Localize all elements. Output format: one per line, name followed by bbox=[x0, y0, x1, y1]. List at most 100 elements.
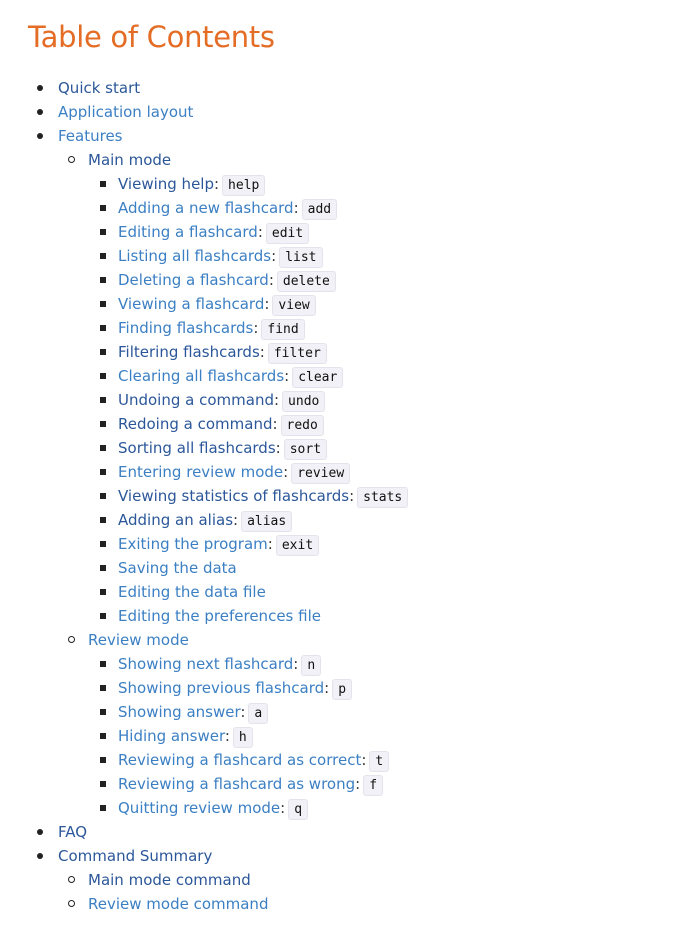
toc-subitem-adding-a-new-flashcard: Adding a new flashcard: add bbox=[28, 196, 699, 220]
square-bullet-icon bbox=[100, 757, 106, 763]
command-code: a bbox=[248, 703, 269, 724]
link-entering-review-mode[interactable]: Entering review mode bbox=[118, 463, 283, 481]
square-bullet-icon bbox=[100, 373, 106, 379]
link-main-mode[interactable]: Main mode bbox=[88, 151, 171, 169]
toc-subitem-adding-an-alias: Adding an alias: alias bbox=[28, 508, 699, 532]
command-code: add bbox=[301, 199, 338, 220]
square-bullet-icon bbox=[100, 253, 106, 259]
square-bullet-icon bbox=[100, 301, 106, 307]
toc-subitem-reviewing-a-flashcard-as-correct: Reviewing a flashcard as correct: t bbox=[28, 748, 699, 772]
colon-separator: : bbox=[259, 343, 265, 361]
link-redoing-a-command[interactable]: Redoing a command bbox=[118, 415, 272, 433]
toc-subitem-viewing-statistics-of-flashcards: Viewing statistics of flashcards: stats bbox=[28, 484, 699, 508]
link-showing-next-flashcard[interactable]: Showing next flashcard bbox=[118, 655, 293, 673]
disc-bullet-icon bbox=[37, 133, 43, 139]
square-bullet-icon bbox=[100, 709, 106, 715]
link-review-mode[interactable]: Review mode bbox=[88, 631, 189, 649]
link-reviewing-a-flashcard-as-wrong[interactable]: Reviewing a flashcard as wrong bbox=[118, 775, 355, 793]
square-bullet-icon bbox=[100, 205, 106, 211]
link-viewing-help[interactable]: Viewing help bbox=[118, 175, 214, 193]
toc-subitem-undoing-a-command: Undoing a command: undo bbox=[28, 388, 699, 412]
link-main-mode-command[interactable]: Main mode command bbox=[88, 871, 251, 889]
link-reviewing-a-flashcard-as-correct[interactable]: Reviewing a flashcard as correct bbox=[118, 751, 361, 769]
toc-subitem-filtering-flashcards: Filtering flashcards: filter bbox=[28, 340, 699, 364]
command-code: t bbox=[369, 751, 390, 772]
link-editing-a-flashcard[interactable]: Editing a flashcard bbox=[118, 223, 258, 241]
link-exiting-the-program[interactable]: Exiting the program bbox=[118, 535, 268, 553]
toc-subitem-editing-the-data-file: Editing the data file bbox=[28, 580, 699, 604]
colon-separator: : bbox=[280, 799, 286, 817]
disc-bullet-icon bbox=[37, 109, 43, 115]
square-bullet-icon bbox=[100, 685, 106, 691]
square-bullet-icon bbox=[100, 493, 106, 499]
link-features[interactable]: Features bbox=[58, 127, 123, 145]
command-code: sort bbox=[283, 439, 328, 460]
command-code: f bbox=[363, 775, 384, 796]
toc-item-faq: FAQ bbox=[28, 820, 699, 844]
toc-subitem-saving-the-data: Saving the data bbox=[28, 556, 699, 580]
square-bullet-icon bbox=[100, 349, 106, 355]
link-showing-previous-flashcard[interactable]: Showing previous flashcard bbox=[118, 679, 324, 697]
toc-item-review-mode-command: Review mode command bbox=[28, 892, 699, 916]
square-bullet-icon bbox=[100, 661, 106, 667]
command-code: clear bbox=[292, 367, 344, 388]
link-editing-the-preferences-file[interactable]: Editing the preferences file bbox=[118, 607, 321, 625]
toc-subitem-sorting-all-flashcards: Sorting all flashcards: sort bbox=[28, 436, 699, 460]
link-command-summary[interactable]: Command Summary bbox=[58, 847, 212, 865]
link-hiding-answer[interactable]: Hiding answer bbox=[118, 727, 225, 745]
link-application-layout[interactable]: Application layout bbox=[58, 103, 193, 121]
command-code: q bbox=[288, 799, 309, 820]
link-review-mode-command[interactable]: Review mode command bbox=[88, 895, 268, 913]
square-bullet-icon bbox=[100, 445, 106, 451]
link-finding-flashcards[interactable]: Finding flashcards bbox=[118, 319, 253, 337]
link-viewing-statistics-of-flashcards[interactable]: Viewing statistics of flashcards bbox=[118, 487, 349, 505]
disc-bullet-icon bbox=[37, 853, 43, 859]
disc-bullet-icon bbox=[37, 829, 43, 835]
toc-item-main-mode: Main mode Viewing help: help Adding a new … bbox=[28, 148, 699, 628]
link-quick-start[interactable]: Quick start bbox=[58, 79, 140, 97]
toc-subitem-editing-a-flashcard: Editing a flashcard: edit bbox=[28, 220, 699, 244]
toc-item-application-layout: Application layout bbox=[28, 100, 699, 124]
command-code: delete bbox=[276, 271, 336, 292]
colon-separator: : bbox=[272, 415, 278, 433]
square-bullet-icon bbox=[100, 589, 106, 595]
highlight-mark: Main mode bbox=[88, 148, 171, 172]
square-bullet-icon bbox=[100, 517, 106, 523]
link-adding-an-alias[interactable]: Adding an alias bbox=[118, 511, 233, 529]
link-quitting-review-mode[interactable]: Quitting review mode bbox=[118, 799, 280, 817]
command-code: filter bbox=[267, 343, 327, 364]
colon-separator: : bbox=[361, 751, 367, 769]
command-code: n bbox=[301, 655, 322, 676]
square-bullet-icon bbox=[100, 805, 106, 811]
toc-subitem-hiding-answer: Hiding answer: h bbox=[28, 724, 699, 748]
toc-subitem-showing-answer: Showing answer: a bbox=[28, 700, 699, 724]
link-editing-the-data-file[interactable]: Editing the data file bbox=[118, 583, 266, 601]
link-deleting-a-flashcard[interactable]: Deleting a flashcard bbox=[118, 271, 269, 289]
colon-separator: : bbox=[268, 271, 274, 289]
colon-separator: : bbox=[267, 535, 273, 553]
link-saving-the-data[interactable]: Saving the data bbox=[118, 559, 237, 577]
link-undoing-a-command[interactable]: Undoing a command bbox=[118, 391, 274, 409]
command-code: p bbox=[332, 679, 353, 700]
link-adding-a-new-flashcard[interactable]: Adding a new flashcard bbox=[118, 199, 294, 217]
link-listing-all-flashcards[interactable]: Listing all flashcards bbox=[118, 247, 271, 265]
square-bullet-icon bbox=[100, 181, 106, 187]
square-bullet-icon bbox=[100, 397, 106, 403]
link-filtering-flashcards[interactable]: Filtering flashcards bbox=[118, 343, 260, 361]
square-bullet-icon bbox=[100, 325, 106, 331]
colon-separator: : bbox=[283, 463, 289, 481]
toc-page: Table of Contents Quick start Applicatio… bbox=[28, 17, 699, 916]
command-code: list bbox=[279, 247, 323, 268]
colon-separator: : bbox=[355, 775, 361, 793]
toc-subitem-editing-the-preferences-file: Editing the preferences file bbox=[28, 604, 699, 628]
toc-subitem-listing-all-flashcards: Listing all flashcards: list bbox=[28, 244, 699, 268]
link-clearing-all-flashcards[interactable]: Clearing all flashcards bbox=[118, 367, 284, 385]
toc-item-review-mode: Review mode Showing next flashcard: n Show… bbox=[28, 628, 699, 820]
square-bullet-icon bbox=[100, 733, 106, 739]
link-sorting-all-flashcards[interactable]: Sorting all flashcards bbox=[118, 439, 276, 457]
colon-separator: : bbox=[275, 439, 281, 457]
link-faq[interactable]: FAQ bbox=[58, 823, 87, 841]
link-viewing-a-flashcard[interactable]: Viewing a flashcard bbox=[118, 295, 264, 313]
link-showing-answer[interactable]: Showing answer bbox=[118, 703, 240, 721]
colon-separator: : bbox=[264, 295, 270, 313]
